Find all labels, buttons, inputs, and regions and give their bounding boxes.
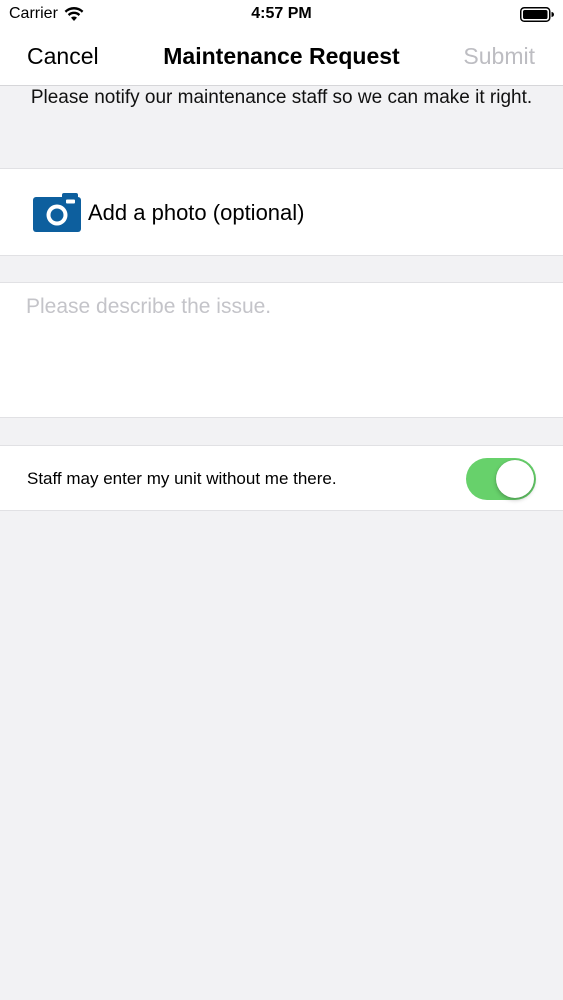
toggle-knob [496, 460, 534, 498]
camera-icon [33, 193, 81, 232]
add-photo-button[interactable]: Add a photo (optional) [0, 168, 563, 256]
navigation-bar: Cancel Maintenance Request Submit [0, 30, 563, 86]
description-box [0, 282, 563, 418]
maintenance-request-screen: Carrier 4:57 PM Cancel Maintenance Reque… [0, 0, 563, 1000]
entry-permission-toggle[interactable] [466, 458, 536, 500]
issue-description-input[interactable] [26, 295, 536, 405]
add-photo-label: Add a photo (optional) [88, 200, 305, 225]
submit-button[interactable]: Submit [463, 43, 535, 70]
status-bar: Carrier 4:57 PM [0, 0, 563, 30]
battery-icon [520, 7, 554, 22]
entry-permission-row: Staff may enter my unit without me there… [0, 445, 563, 511]
clock: 4:57 PM [251, 5, 312, 22]
entry-permission-label: Staff may enter my unit without me there… [27, 469, 337, 488]
intro-text: Please notify our maintenance staff so w… [30, 87, 533, 108]
